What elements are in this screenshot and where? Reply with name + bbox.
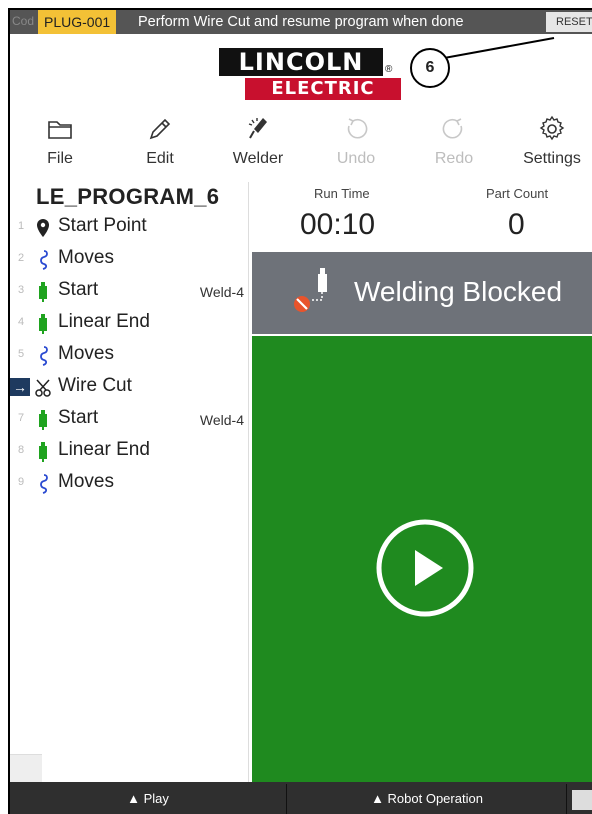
program-step[interactable]: 2 Moves <box>10 244 248 276</box>
callout-leader-line <box>444 37 555 59</box>
logo-registered-mark: ® <box>385 64 393 75</box>
pencil-icon <box>149 118 171 140</box>
step-label: Start Point <box>58 215 147 236</box>
weld-torch-icon <box>39 410 47 430</box>
program-step[interactable]: 7 Start Weld-4 <box>10 404 248 436</box>
alert-code-prefix: Cod <box>12 14 35 28</box>
redo-button[interactable]: Redo <box>414 108 494 180</box>
play-icon[interactable] <box>375 518 475 618</box>
path-icon <box>40 346 48 366</box>
alert-message: Perform Wire Cut and resume program when… <box>138 14 464 30</box>
location-pin-icon <box>37 219 49 237</box>
folder-icon <box>48 121 72 139</box>
step-label: Moves <box>58 471 114 492</box>
program-step[interactable]: 4 Linear End <box>10 308 248 340</box>
step-number: 3 <box>18 284 25 296</box>
program-step[interactable]: 3 Start Weld-4 <box>10 276 248 308</box>
weld-tag: Weld-4 <box>199 284 244 300</box>
play-area[interactable] <box>252 336 592 782</box>
program-step[interactable]: 5 Moves <box>10 340 248 372</box>
scissors-icon <box>35 379 51 397</box>
save-icon[interactable] <box>572 790 592 810</box>
step-number: 1 <box>18 220 25 232</box>
program-panel: LE_PROGRAM_6 1 Start Point 2 Moves 3 Sta… <box>10 182 249 783</box>
bottom-divider <box>566 784 567 814</box>
step-label: Moves <box>58 247 114 268</box>
program-step-current[interactable]: → Wire Cut <box>10 372 248 404</box>
step-label: Start <box>58 407 99 428</box>
robot-operation-tab[interactable]: ▲ Robot Operation <box>288 782 566 814</box>
program-step[interactable]: 8 Linear End <box>10 436 248 468</box>
step-label: Linear End <box>58 311 150 332</box>
program-step[interactable]: 1 Start Point <box>10 212 248 244</box>
edit-button[interactable]: Edit <box>120 108 200 180</box>
welding-blocked-banner: Welding Blocked <box>252 252 592 334</box>
file-button[interactable]: File <box>20 108 100 180</box>
step-label: Moves <box>58 343 114 364</box>
step-number: 8 <box>18 444 25 456</box>
weld-tag: Weld-4 <box>199 412 244 428</box>
undo-button[interactable]: Undo <box>316 108 396 180</box>
step-label: Linear End <box>58 439 150 460</box>
path-icon <box>40 474 48 494</box>
step-number: 5 <box>18 348 25 360</box>
torch-icon <box>248 118 267 139</box>
weld-torch-icon <box>39 314 47 334</box>
redo-label: Redo <box>434 150 474 167</box>
file-label: File <box>47 150 73 167</box>
current-step-arrow: → <box>10 378 30 396</box>
app-frame: Cod PLUG-001 Perform Wire Cut and resume… <box>8 8 592 814</box>
undo-icon <box>347 118 368 139</box>
step-label: Start <box>58 279 99 300</box>
settings-button[interactable]: Settings <box>512 108 592 180</box>
undo-label: Undo <box>336 150 376 167</box>
lincoln-electric-logo: LINCOLN ® ELECTRIC <box>215 44 403 102</box>
play-tab[interactable]: ▲ Play <box>10 782 286 814</box>
logo-line-1: LINCOLN <box>219 48 383 76</box>
redo-icon <box>442 118 463 139</box>
path-icon <box>40 250 48 270</box>
bottom-divider <box>286 784 287 814</box>
panel-tab-handle[interactable] <box>10 754 42 783</box>
step-number: 7 <box>18 412 25 424</box>
step-label: Wire Cut <box>58 375 132 396</box>
edit-label: Edit <box>146 150 174 167</box>
program-title: LE_PROGRAM_6 <box>36 184 220 209</box>
welding-blocked-icon <box>294 268 327 312</box>
alert-code-badge: PLUG-001 <box>38 10 117 34</box>
run-time-value: 00:10 <box>300 208 376 241</box>
weld-torch-icon <box>39 442 47 462</box>
gear-icon <box>539 115 565 141</box>
logo-line-2: ELECTRIC <box>245 78 401 100</box>
welding-blocked-text: Welding Blocked <box>354 276 563 307</box>
callout-marker: 6 <box>410 48 450 88</box>
program-step[interactable]: 9 Moves <box>10 468 248 500</box>
toolbar: File Edit Welder Undo Redo Settings <box>10 108 592 180</box>
part-count-label: Part Count <box>486 186 549 201</box>
run-time-label: Run Time <box>314 186 370 201</box>
step-number: 4 <box>18 316 25 328</box>
welder-label: Welder <box>232 150 284 167</box>
step-number: 9 <box>18 476 25 488</box>
step-number: 2 <box>18 252 25 264</box>
bottom-bar: ▲ Play ▲ Robot Operation <box>10 782 592 814</box>
welder-button[interactable]: Welder <box>218 108 298 180</box>
part-count-value: 0 <box>508 208 525 241</box>
settings-label: Settings <box>523 150 581 167</box>
weld-torch-icon <box>39 282 47 302</box>
